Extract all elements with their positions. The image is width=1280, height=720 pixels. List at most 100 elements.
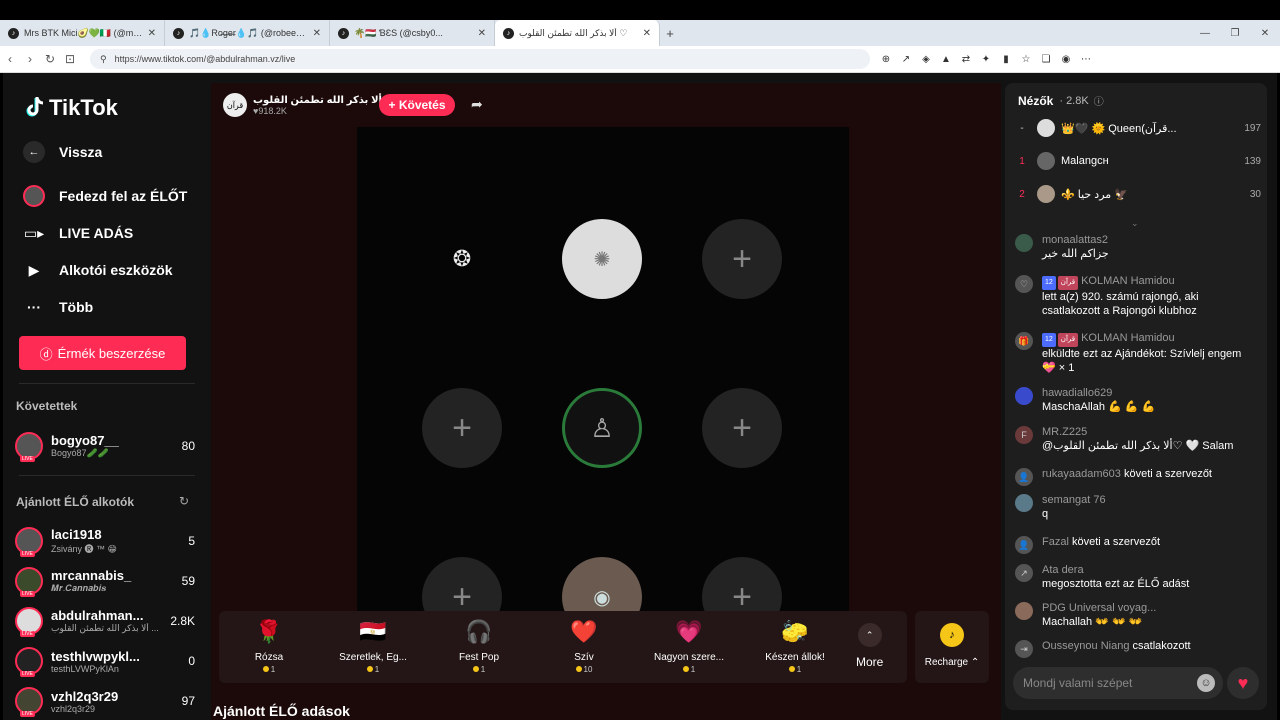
browser-tab-bar: ♪Mrs BTK Mici🥑💚🇮🇹 (@mrsbtk) É...✕ ♪🎵💧Ro̶… [0, 20, 1280, 46]
sidebar-icon[interactable]: ▮ [998, 51, 1014, 67]
reload-icon[interactable]: ↻ [40, 52, 60, 66]
nav-explore-live[interactable]: Fedezd fel az ÉLŐT [23, 185, 187, 207]
camera-icon: ▭▸ [23, 224, 45, 241]
nav-back[interactable]: ← Vissza [23, 141, 102, 163]
gift-item[interactable]: 💗 Nagyon szere... 1 [639, 619, 739, 674]
minimize-icon[interactable]: — [1190, 28, 1220, 39]
chat-input[interactable]: Mondj valami szépet ☺ [1013, 667, 1223, 699]
expand-chevron-icon[interactable]: ⌄ [1131, 218, 1139, 229]
maximize-icon[interactable]: ❐ [1220, 28, 1250, 39]
favorites-icon[interactable]: ☆ [1018, 51, 1034, 67]
follow-user-icon: 👤 [1015, 468, 1033, 486]
person-icon: ♙ [590, 412, 614, 443]
zoom-icon[interactable]: ⊕ [878, 51, 894, 67]
browser-tab-2[interactable]: ♪🎵💧Ro̶g̶e̶r💧🎵 (@robee_89) ÉLŐ a...✕ [165, 20, 330, 46]
fan-club-icon: ♡ [1015, 275, 1033, 293]
gift-item[interactable]: 🧽 Készen állok! 1 [745, 619, 845, 674]
chat-message: ⇥ Ousseynou Niang csatlakozott [1015, 639, 1255, 658]
avatar: LIVE [15, 567, 43, 597]
hug-heart-icon: 💗 [675, 619, 703, 644]
recommended-account[interactable]: LIVE laci1918 Zsivány 🅡 ™ 😁 5 [15, 524, 195, 558]
nav-go-live[interactable]: ▭▸ LIVE ADÁS [23, 222, 133, 244]
gift-item[interactable]: 🌹 Rózsa 1 [219, 619, 319, 674]
live-stream-area: قرآن ألا بذكر الله تطمئن القلوب ♥♥918.2K… [211, 83, 1001, 720]
add-guest-button[interactable]: + [702, 388, 782, 468]
recharge-button[interactable]: ♪ Recharge ⌃ [915, 611, 989, 683]
bookmark-icon[interactable]: ⊡ [60, 52, 80, 66]
host-slot-calligraphy[interactable]: ❂ [422, 219, 502, 299]
close-icon[interactable]: ✕ [313, 28, 321, 39]
recommended-account[interactable]: LIVE abdulrahman... ألا بذكر الله تطمئن ا… [15, 604, 195, 638]
close-icon[interactable]: ✕ [478, 28, 486, 39]
info-icon[interactable]: ⓘ [1094, 93, 1104, 108]
translate-icon[interactable]: ⇄ [958, 51, 974, 67]
gift-item[interactable]: 🎧 Fest Pop 1 [429, 619, 529, 674]
window-close-icon[interactable]: ✕ [1250, 28, 1280, 39]
follow-button[interactable]: + Követés [379, 94, 455, 116]
back-icon[interactable]: ‹ [0, 52, 20, 66]
more-gifts-button[interactable]: ⌃ More [856, 623, 883, 669]
extension-icon[interactable]: ▲ [938, 51, 954, 67]
add-guest-button[interactable]: + [702, 219, 782, 299]
eye-icon: ◉ [593, 586, 611, 609]
avatar [1015, 234, 1033, 252]
menu-dots-icon[interactable]: ⋯ [1078, 51, 1094, 67]
gift-item[interactable]: ❤️ Szív 10 [534, 619, 634, 674]
avatar: LIVE [15, 687, 43, 717]
refresh-icon[interactable]: ↻ [179, 494, 189, 508]
coin-icon [472, 666, 479, 672]
viewers-header[interactable]: Nézők · 2.8K ⓘ [1018, 93, 1104, 109]
new-tab-icon[interactable]: + [660, 26, 680, 41]
like-heart-button[interactable]: ♥ [1227, 667, 1259, 699]
recommended-account[interactable]: LIVE mrcannabis_ 𝑴𝒓.𝑪𝒂𝒏𝒏𝒂𝒃𝒊𝒔 59 [15, 564, 195, 598]
viewer-row[interactable]: - 👑🖤 🌞 Queen(قرآن... 197 [1013, 117, 1261, 139]
shield-icon[interactable]: ◈ [918, 51, 934, 67]
avatar: F [1015, 426, 1033, 444]
chat-panel: Nézők · 2.8K ⓘ - 👑🖤 🌞 Queen(قرآن... 197 1 Mal… [1005, 83, 1267, 710]
collections-icon[interactable]: ❏ [1038, 51, 1054, 67]
chat-message: ♡ 12 قرآن KOLMAN Hamidou lett a(z) 920. szám… [1015, 274, 1255, 318]
viewer-row[interactable]: 1 Malangсн 139 [1013, 150, 1261, 172]
gift-item[interactable]: 🇪🇬 Szeretlek, Eg... 1 [323, 619, 423, 674]
close-icon[interactable]: ✕ [148, 28, 156, 39]
avatar [1015, 602, 1033, 620]
tiktok-favicon-icon: ♪ [338, 27, 349, 39]
recommended-live-title: Ajánlott ÉLŐ adások [213, 703, 350, 719]
divider [19, 475, 195, 476]
avatar: LIVE [15, 607, 43, 637]
url-field[interactable]: ⚲ https://www.tiktok.com/@abdulrahman.vz/… [90, 49, 870, 69]
profile-icon[interactable]: ◉ [1058, 51, 1074, 67]
browser-tab-3[interactable]: ♪ 🌴🇭🇺 ƁƐS (@csby0... ✕ [330, 20, 495, 46]
follow-user-icon: 👤 [1015, 536, 1033, 554]
coin-icon [262, 666, 269, 672]
forward-icon[interactable]: › [20, 52, 40, 66]
avatar [1037, 119, 1055, 137]
back-arrow-icon: ← [23, 141, 45, 163]
close-icon[interactable]: ✕ [643, 28, 651, 39]
puzzle-icon[interactable]: ✦ [978, 51, 994, 67]
chat-message: 👤 rukayaadam603 követi a szervezőt [1015, 467, 1255, 486]
site-settings-icon[interactable]: ⚲ [100, 54, 107, 65]
tiktok-favicon-icon: ♪ [8, 27, 19, 39]
nav-creator-tools[interactable]: ▶ Alkotói eszközök [23, 259, 173, 281]
viewer-row[interactable]: 2 ⚜️ مرد حيا 🦅 30 [1013, 183, 1261, 205]
browser-tab-active[interactable]: ♪ ألا بذكر الله تطمئن القلوب ♡ ✕ [495, 20, 660, 46]
nav-more[interactable]: ··· Több [23, 296, 93, 318]
following-account[interactable]: LIVE bogyo87__ Bogyó87🥒🥒 80 [15, 429, 195, 463]
guest-grid: ❂ ✺ + + ♙ + + ◉ + [357, 127, 849, 637]
guest-slot[interactable]: ♙ [562, 388, 642, 468]
share-page-icon[interactable]: ↗ [898, 51, 914, 67]
guest-slot[interactable]: ✺ [562, 219, 642, 299]
plus-icon: + [732, 408, 752, 447]
browser-tab-1[interactable]: ♪Mrs BTK Mici🥑💚🇮🇹 (@mrsbtk) É...✕ [0, 20, 165, 46]
host-info[interactable]: قرآن ألا بذكر الله تطمئن القلوب ♥♥918.2K [223, 93, 391, 117]
get-coins-button[interactable]: ⓓ Érmék beszerzése [19, 336, 186, 370]
recommended-account[interactable]: LIVE vzhl2q3r29 vzhl2q3r29 97 [15, 684, 195, 718]
chevron-up-icon: ⌃ [857, 623, 882, 647]
share-icon[interactable]: ➦ [471, 96, 483, 113]
emoji-icon[interactable]: ☺ [1197, 674, 1215, 692]
coin-icon [575, 666, 582, 672]
add-guest-button[interactable]: + [422, 388, 502, 468]
tiktok-logo[interactable]: TikTok [23, 95, 118, 121]
recommended-account[interactable]: LIVE testhlvwpykl... testhLVWPyKlAn 0 [15, 644, 195, 678]
